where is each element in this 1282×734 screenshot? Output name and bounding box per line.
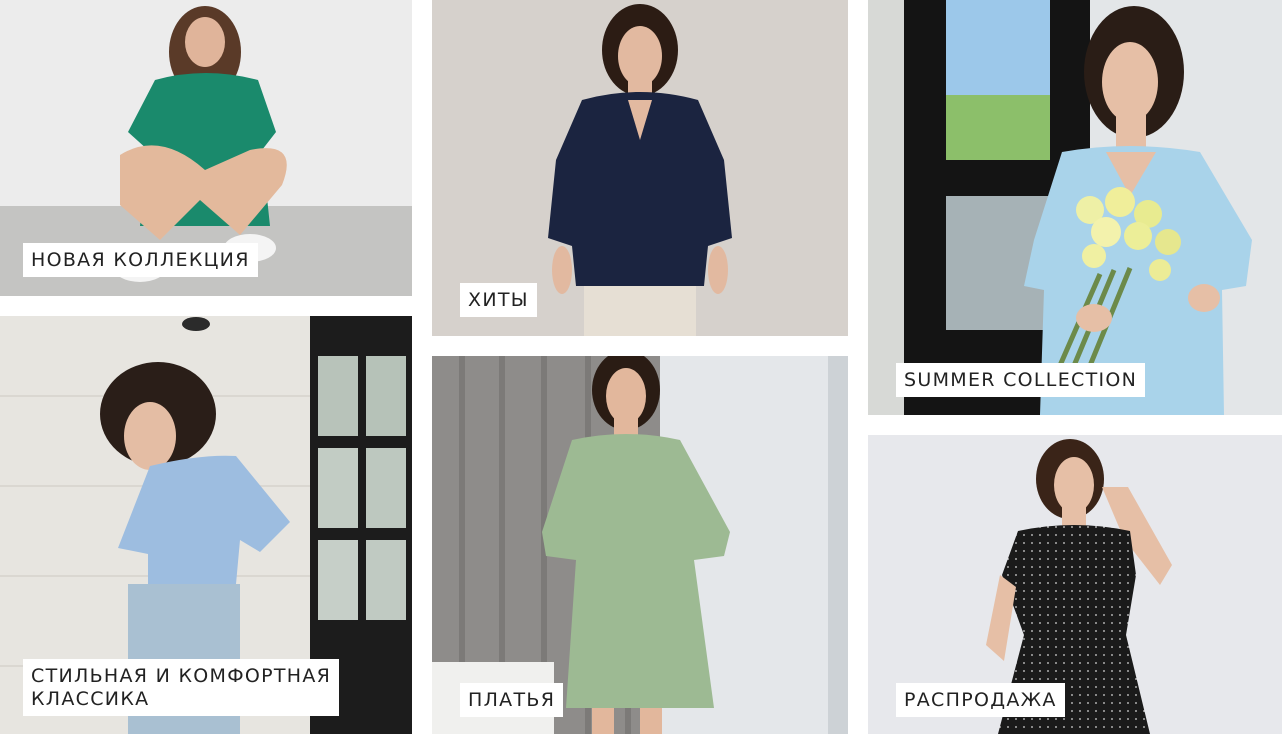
summer-collection-photo — [868, 0, 1282, 415]
tile-new-collection[interactable]: НОВАЯ КОЛЛЕКЦИЯ — [0, 0, 412, 296]
tile-label: SUMMER COLLECTION — [896, 363, 1146, 397]
tile-stylish-classic[interactable]: СТИЛЬНАЯ И КОМФОРТНАЯ КЛАССИКА — [0, 316, 412, 734]
tile-label: НОВАЯ КОЛЛЕКЦИЯ — [23, 243, 258, 277]
tile-dresses[interactable]: ПЛАТЬЯ — [432, 356, 848, 734]
dresses-photo — [432, 356, 848, 734]
tile-label: ПЛАТЬЯ — [460, 683, 564, 717]
tile-label: СТИЛЬНАЯ И КОМФОРТНАЯ КЛАССИКА — [23, 659, 340, 716]
tile-label: ХИТЫ — [460, 283, 537, 317]
tile-label: РАСПРОДАЖА — [896, 683, 1065, 717]
tile-summer-collection[interactable]: SUMMER COLLECTION — [868, 0, 1282, 415]
tile-hits[interactable]: ХИТЫ — [432, 0, 848, 336]
tile-sale[interactable]: РАСПРОДАЖА — [868, 435, 1282, 734]
